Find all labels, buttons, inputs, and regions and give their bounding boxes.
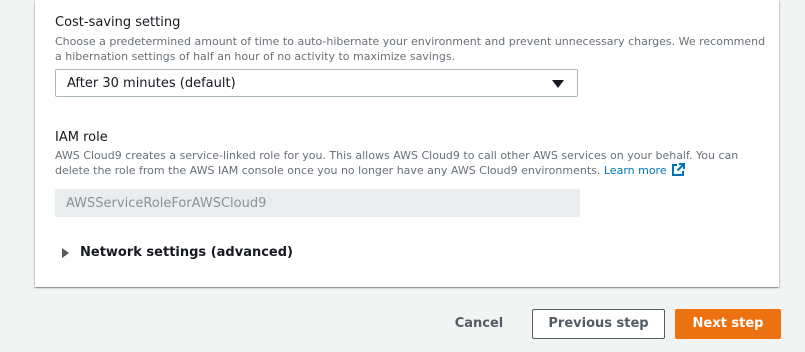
cancel-button[interactable]: Cancel (444, 309, 514, 339)
iam-role-value: AWSServiceRoleForAWSCloud9 (66, 196, 267, 211)
cost-saving-selected-value: After 30 minutes (default) (67, 76, 236, 91)
cost-saving-select[interactable]: After 30 minutes (default) (55, 69, 578, 97)
caret-down-icon (552, 80, 564, 88)
iam-role-label: IAM role (55, 130, 108, 145)
iam-role-input: AWSServiceRoleForAWSCloud9 (55, 189, 580, 217)
cost-saving-description: Choose a predetermined amount of time to… (55, 35, 766, 63)
learn-more-label: Learn more (603, 164, 667, 177)
external-link-icon (671, 163, 685, 181)
network-settings-label: Network settings (advanced) (80, 245, 293, 260)
iam-role-description-block: AWS Cloud9 creates a service-linked role… (55, 148, 767, 181)
environment-settings-panel: Cost-saving setting Choose a predetermin… (35, 0, 779, 287)
caret-right-icon (62, 248, 69, 258)
next-step-button[interactable]: Next step (675, 309, 781, 339)
learn-more-link[interactable]: Learn more (603, 163, 685, 177)
cost-saving-label: Cost-saving setting (55, 15, 181, 30)
previous-step-button[interactable]: Previous step (532, 309, 665, 339)
